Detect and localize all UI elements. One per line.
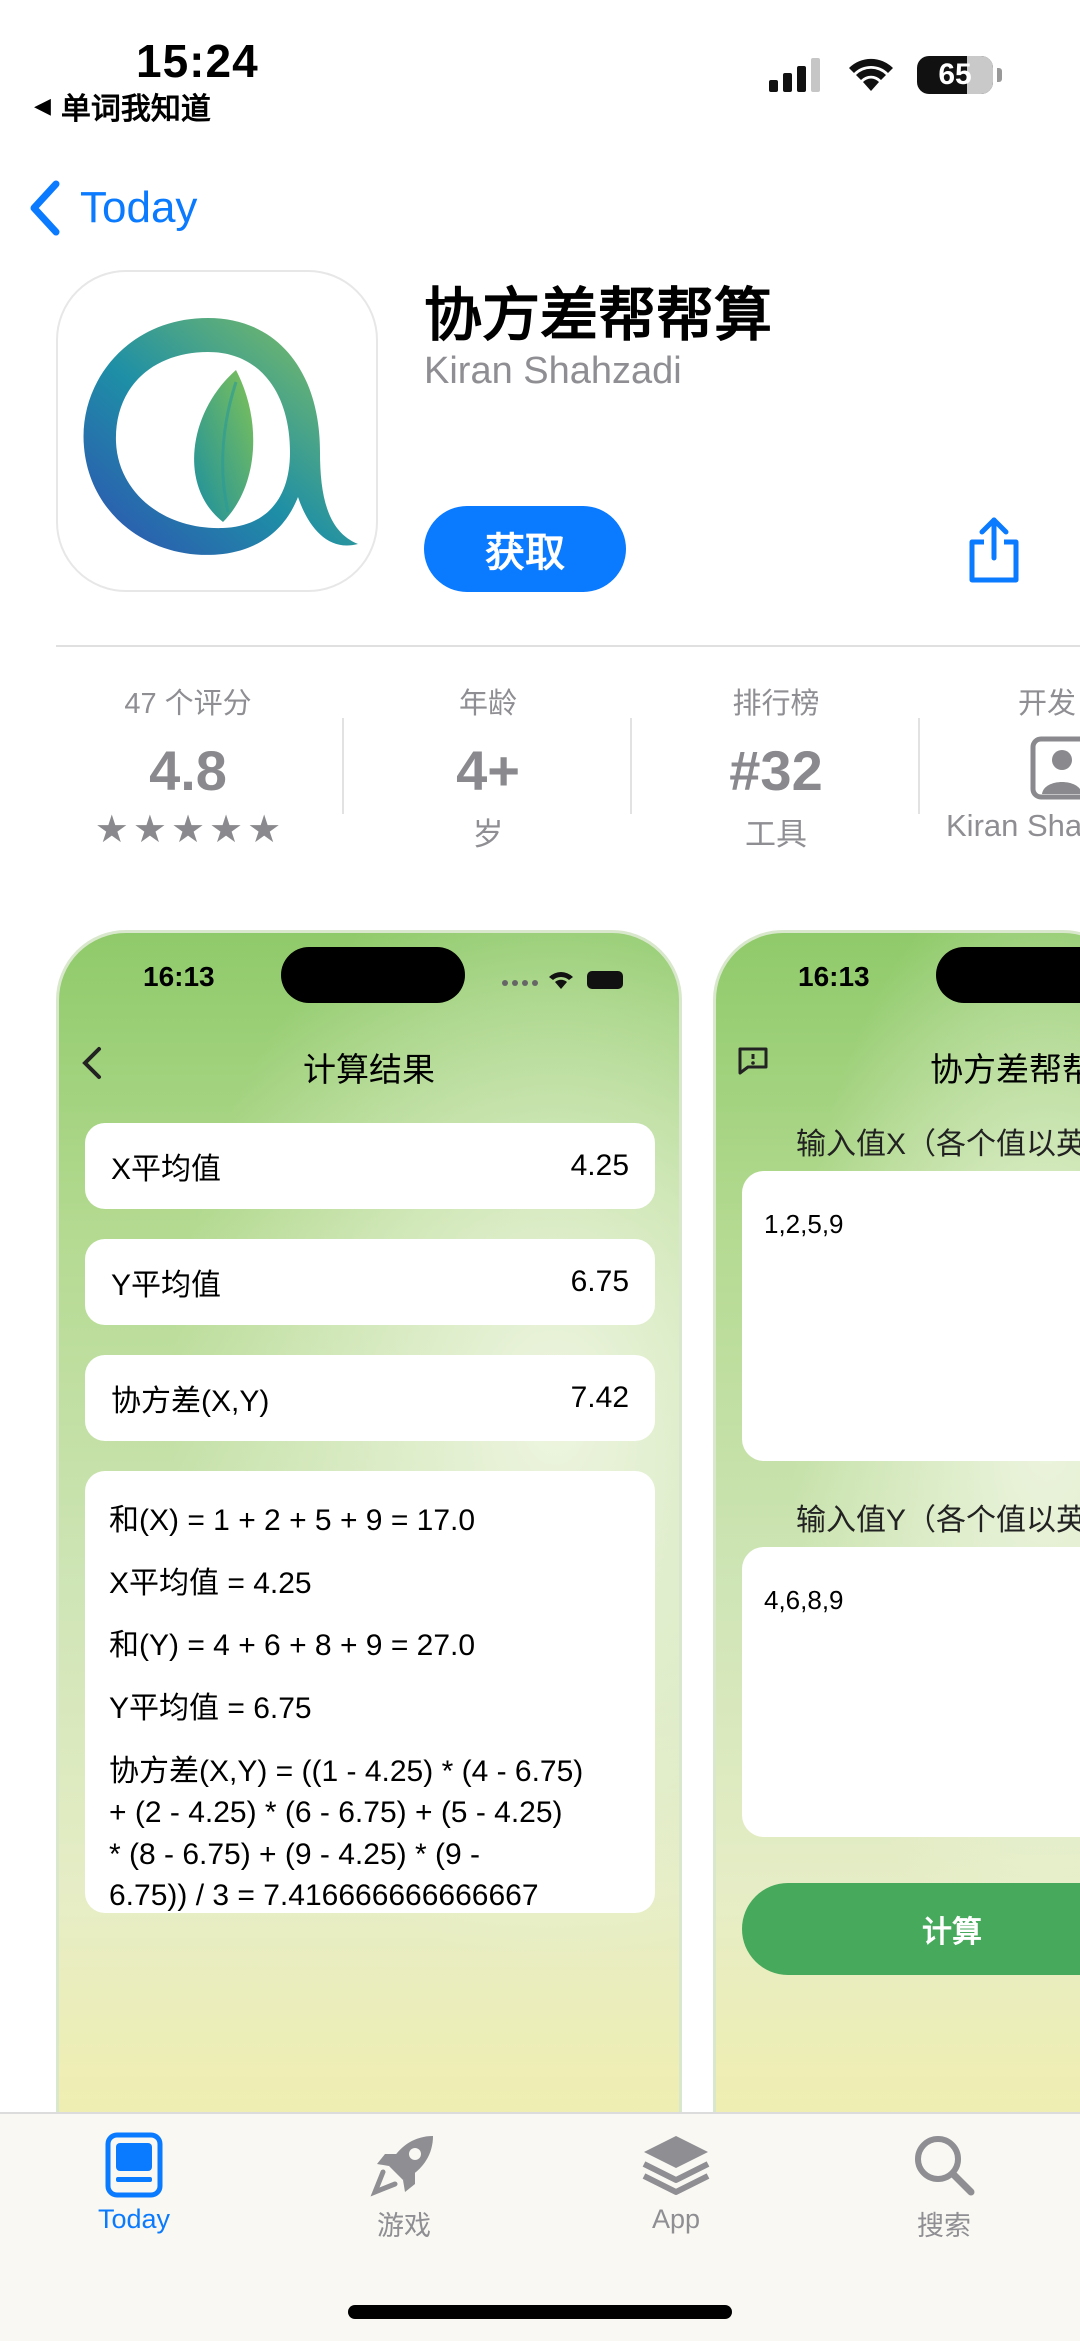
home-indicator[interactable]	[348, 2305, 732, 2319]
sum-y-line: 和(Y) = 4 + 6 + 8 + 9 = 27.0	[109, 1629, 476, 1662]
star-icon: ★	[247, 809, 282, 851]
chart-category: 工具	[745, 817, 807, 852]
chart-rank: #32	[729, 739, 823, 802]
shot2-title: 协方差帮帮	[930, 1051, 1080, 1088]
app-title: 协方差帮帮算	[424, 283, 773, 348]
star-icon: ★	[94, 809, 129, 851]
ratings-stat[interactable]: 47 个评分 4.8 ★ ★ ★ ★ ★	[80, 680, 296, 852]
back-button[interactable]: Today	[24, 178, 197, 238]
search-icon	[915, 2136, 975, 2196]
star-icon: ★	[209, 809, 244, 851]
rating-stars: ★ ★ ★ ★ ★	[80, 807, 296, 852]
screenshot-2[interactable]: 16:13 协方差帮帮 输入值X（各个值以英 1,2,5,9 输入值Y（各个值以…	[713, 930, 1080, 2130]
input-x-label: 输入值X（各个值以英	[796, 1128, 1080, 1161]
tab-search-label: 搜索	[917, 2211, 971, 2241]
person-icon	[1030, 736, 1080, 800]
wifi-icon	[849, 58, 893, 91]
input-y-field[interactable]: 4,6,8,9	[742, 1547, 1080, 1837]
covariance-row: 协方差(X,Y) 7.42	[85, 1355, 655, 1441]
ratings-count: 47 个评分	[124, 688, 252, 720]
today-icon	[105, 2132, 163, 2198]
developer-stat-label: 开发	[1018, 688, 1077, 720]
tab-games-label: 游戏	[377, 2211, 431, 2241]
age-value: 4+	[456, 739, 520, 802]
age-unit: 岁	[472, 817, 504, 852]
dynamic-island	[936, 947, 1080, 1003]
feedback-icon	[738, 1047, 768, 1075]
screenshot-1[interactable]: 16:13 计算结果 X平均值 4.25 Y平均值 6.75 协方差(X,Y) …	[56, 930, 682, 2130]
status-icons: 65	[769, 56, 1002, 94]
calculation-steps-card: 和(X) = 1 + 2 + 5 + 9 = 17.0 X平均值 = 4.25 …	[85, 1471, 655, 1913]
stat-separator	[918, 718, 920, 814]
developer-stat[interactable]: 开发 Kiran Sha	[946, 680, 1080, 844]
shot1-time: 16:13	[143, 961, 215, 992]
tab-games[interactable]: 游戏	[324, 2132, 484, 2243]
covariance-formula-line: 协方差(X,Y) = ((1 - 4.25) * (4 - 6.75) + (2…	[109, 1755, 584, 1913]
age-label: 年龄	[458, 688, 517, 720]
stat-separator	[630, 718, 632, 814]
dynamic-island	[281, 947, 465, 1003]
app-icon	[56, 270, 378, 592]
covariance-value: 7.42	[570, 1381, 629, 1414]
tab-apps-label: App	[651, 2204, 701, 2234]
y-mean-label: Y平均值	[111, 1269, 222, 1302]
age-stat[interactable]: 年龄 4+ 岁	[388, 680, 588, 854]
chevron-left-icon	[30, 180, 60, 236]
back-triangle-icon: ◀	[34, 93, 51, 118]
star-icon: ★	[170, 809, 206, 851]
chart-stat[interactable]: 排行榜 #32 工具	[676, 680, 876, 854]
y-mean-line: Y平均值 = 6.75	[109, 1691, 312, 1725]
tab-search[interactable]: 搜索	[864, 2132, 1024, 2243]
battery-level: 65	[938, 58, 972, 91]
sum-x-line: 和(X) = 1 + 2 + 5 + 9 = 17.0	[109, 1504, 476, 1537]
header-divider	[56, 645, 1080, 647]
share-icon[interactable]	[964, 516, 1024, 584]
x-mean-line: X平均值 = 4.25	[109, 1566, 312, 1600]
shot2-time: 16:13	[798, 961, 870, 992]
y-mean-value: 6.75	[570, 1265, 629, 1298]
input-x-field[interactable]: 1,2,5,9	[742, 1171, 1080, 1461]
shot1-title: 计算结果	[303, 1051, 435, 1088]
layers-icon	[642, 2136, 710, 2195]
battery-icon: 65	[917, 56, 993, 94]
input-y-label: 输入值Y（各个值以英	[796, 1504, 1080, 1537]
rocket-icon	[370, 2136, 433, 2197]
x-mean-value: 4.25	[570, 1149, 629, 1182]
developer-stat-name: Kiran Sha	[946, 808, 1080, 843]
chart-label: 排行榜	[732, 688, 820, 720]
tab-today-label: Today	[97, 2204, 171, 2234]
get-button[interactable]: 获取	[424, 506, 626, 592]
back-label: Today	[80, 183, 198, 232]
covariance-label: 协方差(X,Y)	[111, 1385, 270, 1418]
rating-value: 4.8	[149, 739, 227, 802]
x-mean-row: X平均值 4.25	[85, 1123, 655, 1209]
y-mean-row: Y平均值 6.75	[85, 1239, 655, 1325]
shot1-status-icons	[502, 971, 623, 989]
developer-link[interactable]: Kiran Shahzadi	[424, 350, 682, 393]
stat-separator	[342, 718, 344, 814]
cellular-signal-icon	[769, 58, 820, 92]
tab-today[interactable]: Today	[54, 2132, 214, 2235]
return-app-label: 单词我知道	[60, 93, 211, 126]
calculate-button[interactable]: 计算	[742, 1883, 1080, 1975]
x-mean-label: X平均值	[111, 1153, 222, 1186]
return-to-app-link[interactable]: ◀ 单词我知道	[34, 84, 211, 128]
status-time: 15:24	[136, 35, 259, 87]
tab-apps[interactable]: App	[596, 2132, 756, 2235]
star-icon: ★	[132, 809, 167, 851]
